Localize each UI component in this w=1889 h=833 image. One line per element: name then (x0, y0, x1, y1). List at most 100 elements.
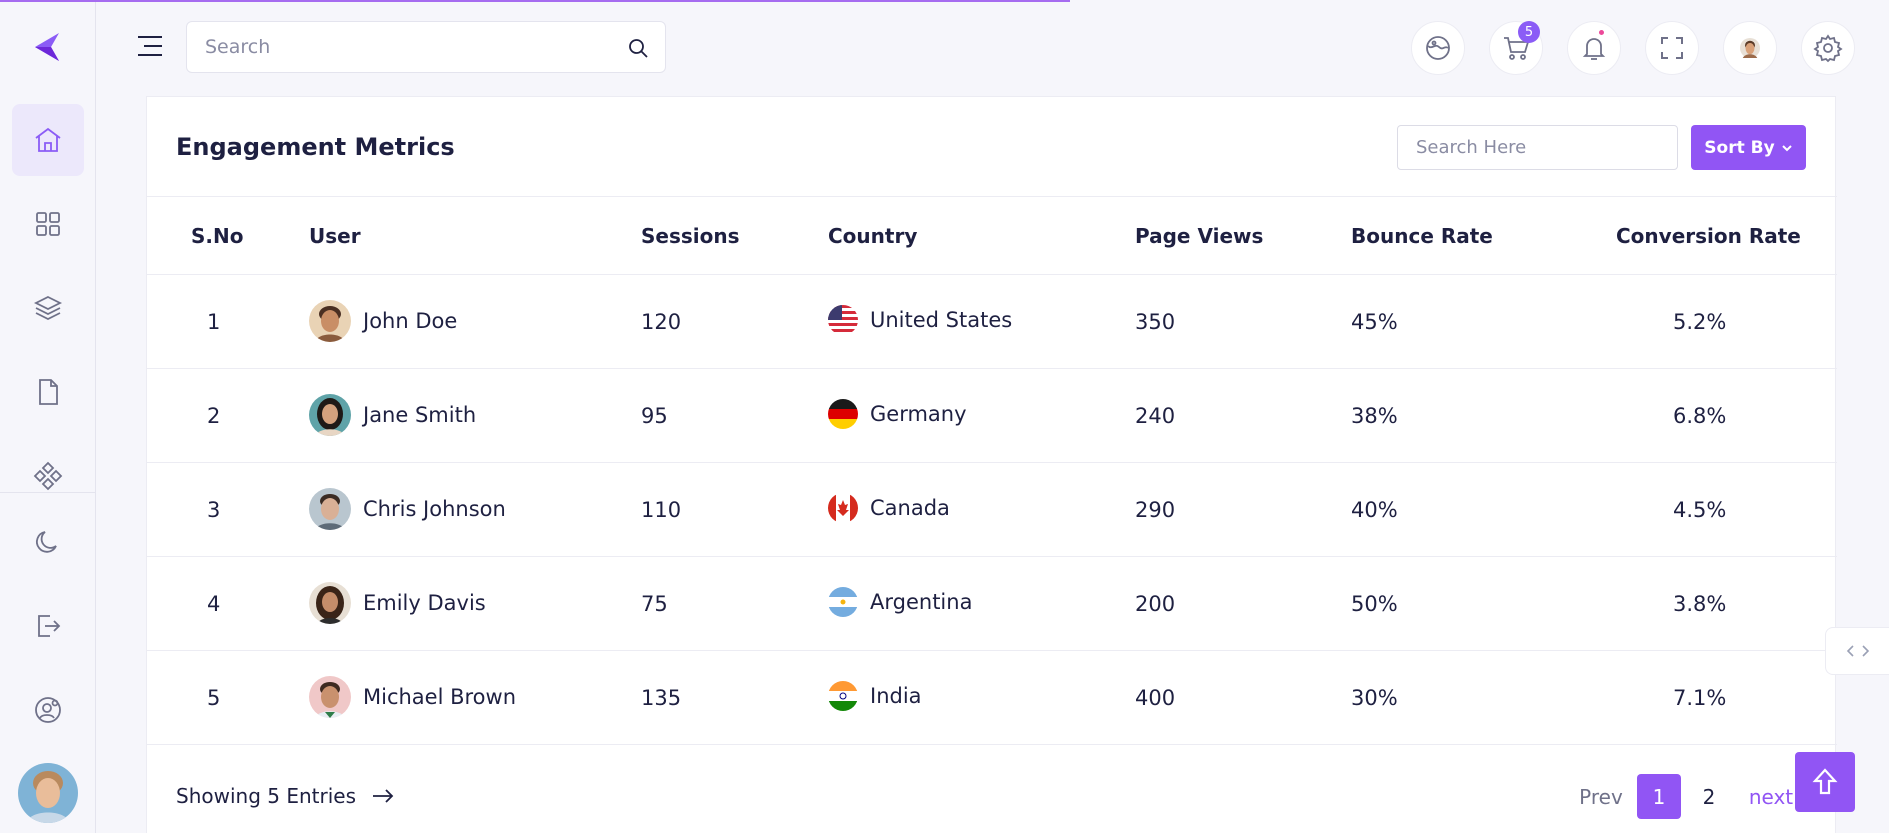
theme-palette-button[interactable] (1411, 21, 1465, 75)
cell-bounce-rate: 30% (1351, 686, 1398, 710)
cell-conversion-rate: 7.1% (1673, 686, 1727, 710)
col-header-country[interactable]: Country (828, 224, 917, 248)
germany-flag-icon (828, 399, 858, 429)
scroll-to-top-button[interactable] (1795, 752, 1855, 812)
pagination-page-2[interactable]: 2 (1687, 774, 1731, 819)
code-icon (1846, 645, 1869, 657)
col-header-page-views[interactable]: Page Views (1135, 224, 1263, 248)
showing-entries-link[interactable]: Showing 5 Entries (176, 784, 394, 808)
gear-icon (1813, 34, 1843, 63)
cell-sno: 4 (207, 592, 221, 616)
user-avatar (309, 394, 351, 436)
cell-sessions: 135 (641, 686, 682, 710)
bell-icon (1582, 38, 1606, 60)
pagination-prev[interactable]: Prev (1572, 774, 1630, 819)
global-search-input[interactable] (187, 22, 665, 72)
grid-icon (36, 212, 60, 236)
table-row[interactable]: 5 Michael Brown 135 India 400 30% 7.1% (147, 651, 1837, 745)
customizer-toggle[interactable] (1825, 627, 1889, 675)
cell-sno: 2 (207, 404, 221, 428)
cell-bounce-rate: 45% (1351, 310, 1398, 334)
user-avatar (309, 488, 351, 530)
cell-sessions: 120 (641, 310, 682, 334)
table-row[interactable]: 2 Jane Smith 95 Germany 240 38% 6.8% (147, 369, 1837, 463)
cell-bounce-rate: 38% (1351, 404, 1398, 428)
sidebar-item-dark-mode[interactable] (12, 506, 84, 578)
engagement-metrics-card: Engagement Metrics Sort By S.No User Ses… (146, 96, 1837, 833)
sidebar-item-dashboard[interactable] (12, 188, 84, 260)
cell-user: Chris Johnson (309, 488, 506, 530)
col-header-sno[interactable]: S.No (191, 224, 243, 248)
col-header-user[interactable]: User (309, 224, 361, 248)
cell-page-views: 290 (1135, 498, 1176, 522)
sidebar-item-components[interactable] (12, 440, 84, 512)
table-search (1397, 125, 1678, 170)
table-search-input[interactable] (1398, 126, 1677, 169)
cell-country: United States (828, 305, 1012, 335)
cart-count-badge: 5 (1518, 21, 1540, 43)
user-avatar (309, 676, 351, 718)
cell-conversion-rate: 4.5% (1673, 498, 1727, 522)
pagination-next[interactable]: next (1741, 774, 1801, 819)
components-icon (33, 461, 63, 491)
notification-dot (1597, 28, 1606, 37)
country-name: Germany (870, 402, 967, 426)
sidebar-item-profile-settings[interactable] (12, 674, 84, 746)
search-icon[interactable] (627, 37, 649, 59)
cell-sessions: 110 (641, 498, 682, 522)
cell-conversion-rate: 6.8% (1673, 404, 1727, 428)
sidebar-item-pages[interactable] (12, 356, 84, 428)
user-avatar (309, 300, 351, 342)
table-header: S.No User Sessions Country Page Views Bo… (147, 196, 1837, 275)
logout-icon (38, 615, 61, 637)
col-header-conversion-rate[interactable]: Conversion Rate (1616, 224, 1801, 248)
fullscreen-button[interactable] (1645, 21, 1699, 75)
user-name: John Doe (363, 309, 458, 333)
country-name: India (870, 684, 922, 708)
table-row[interactable]: 1 John Doe 120 United States 350 45% 5.2… (147, 275, 1837, 369)
user-settings-icon (35, 697, 61, 723)
cell-page-views: 400 (1135, 686, 1176, 710)
user-name: Emily Davis (363, 591, 486, 615)
cell-sno: 1 (207, 310, 221, 334)
arrow-right-icon (373, 789, 394, 803)
cell-sessions: 95 (641, 404, 668, 428)
country-name: United States (870, 308, 1013, 332)
country-name: Argentina (870, 590, 973, 614)
file-icon (39, 379, 58, 405)
hamburger-menu-icon[interactable] (136, 34, 164, 58)
col-header-sessions[interactable]: Sessions (641, 224, 740, 248)
cell-sno: 5 (207, 686, 221, 710)
sidebar-item-home[interactable] (12, 104, 84, 176)
app-logo[interactable] (31, 30, 63, 64)
cell-sessions: 75 (641, 592, 668, 616)
settings-button[interactable] (1801, 21, 1855, 75)
header-user-avatar[interactable] (1723, 21, 1777, 75)
notifications-button[interactable] (1567, 21, 1621, 75)
sort-by-button[interactable]: Sort By (1691, 125, 1806, 170)
cell-country: Germany (828, 399, 967, 429)
user-name: Chris Johnson (363, 497, 506, 521)
sidebar (0, 0, 96, 833)
sidebar-item-layers[interactable] (12, 272, 84, 344)
global-search (186, 21, 666, 73)
cell-page-views: 350 (1135, 310, 1176, 334)
sidebar-user-avatar[interactable] (18, 763, 78, 823)
sidebar-item-logout[interactable] (12, 590, 84, 662)
us-flag-icon (828, 305, 858, 335)
col-header-bounce-rate[interactable]: Bounce Rate (1351, 224, 1493, 248)
arrow-up-icon (1812, 768, 1838, 795)
cell-conversion-rate: 3.8% (1673, 592, 1727, 616)
country-name: Canada (870, 496, 950, 520)
cell-page-views: 200 (1135, 592, 1176, 616)
cart-button[interactable]: 5 (1489, 21, 1543, 75)
user-name: Jane Smith (363, 403, 477, 427)
palette-icon (1426, 36, 1450, 60)
pagination-page-1[interactable]: 1 (1637, 774, 1681, 819)
home-icon (35, 127, 61, 152)
metrics-table: S.No User Sessions Country Page Views Bo… (147, 196, 1837, 745)
table-row[interactable]: 4 Emily Davis 75 Argentina 200 50% 3.8% (147, 557, 1837, 651)
moon-icon (36, 531, 57, 553)
table-row[interactable]: 3 Chris Johnson 110 Canada 290 40% 4.5% (147, 463, 1837, 557)
user-name: Michael Brown (363, 685, 517, 709)
